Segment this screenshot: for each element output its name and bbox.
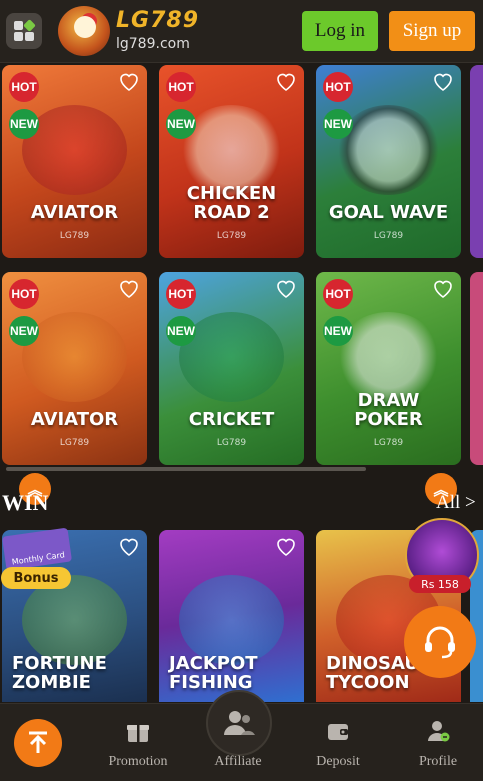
next-card-peek[interactable] xyxy=(470,272,483,465)
game-card-aviator[interactable]: HOT NEW AVIATOR LG789 xyxy=(2,65,147,258)
new-badge: NEW xyxy=(323,109,353,139)
game-title: AVIATOR xyxy=(30,409,119,430)
game-card-jackpot-fishing[interactable]: JACKPOT FISHING xyxy=(159,530,304,702)
game-title: GOAL WAVE xyxy=(328,202,449,223)
hot-badge: HOT xyxy=(166,279,196,309)
scroll-to-top-button[interactable] xyxy=(14,719,62,767)
horizontal-scrollbar[interactable] xyxy=(6,467,366,471)
game-title: FORTUNE ZOMBIE xyxy=(12,653,107,693)
hot-badge: HOT xyxy=(9,279,39,309)
game-card-goal-wave[interactable]: HOT NEW GOAL WAVE LG789 xyxy=(316,65,461,258)
heart-icon[interactable] xyxy=(117,534,141,558)
game-card-cricket[interactable]: HOT NEW CRICKET LG789 xyxy=(159,272,304,465)
hot-badge: HOT xyxy=(166,72,196,102)
hot-badge: HOT xyxy=(323,72,353,102)
view-all-link[interactable]: All > xyxy=(436,492,476,514)
game-provider: LG789 xyxy=(59,231,90,241)
nav-label: Promotion xyxy=(108,754,168,769)
new-badge: NEW xyxy=(166,109,196,139)
signup-button[interactable]: Sign up xyxy=(389,11,475,51)
game-title: JACKPOT FISHING xyxy=(169,653,258,693)
customer-support-button[interactable] xyxy=(404,606,476,678)
game-provider: LG789 xyxy=(216,438,247,448)
section-title: WIN xyxy=(2,490,49,515)
arrow-up-icon xyxy=(29,731,47,753)
nav-profile[interactable]: Profile xyxy=(398,716,478,774)
new-badge: NEW xyxy=(166,316,196,346)
game-provider: LG789 xyxy=(216,231,247,241)
user-profile-icon xyxy=(428,721,450,742)
hot-badge: HOT xyxy=(323,279,353,309)
next-card-peek[interactable] xyxy=(470,65,483,258)
brand-domain: lg789.com xyxy=(116,36,190,52)
gift-icon xyxy=(127,725,149,742)
game-provider: LG789 xyxy=(373,231,404,241)
brand-name[interactable]: LG789 xyxy=(116,8,199,33)
headset-icon xyxy=(425,626,455,659)
game-provider: LG789 xyxy=(59,438,90,448)
heart-icon[interactable] xyxy=(117,276,141,300)
top-header: LG789 lg789.com Log in Sign up xyxy=(0,0,483,63)
nav-label: Profile xyxy=(418,754,458,769)
heart-icon[interactable] xyxy=(431,276,455,300)
heart-icon[interactable] xyxy=(274,69,298,93)
heart-icon[interactable] xyxy=(274,534,298,558)
game-card-aviator-2[interactable]: HOT NEW AVIATOR LG789 xyxy=(2,272,147,465)
shark-art xyxy=(179,575,284,665)
heart-icon[interactable] xyxy=(431,69,455,93)
new-badge: NEW xyxy=(9,316,39,346)
game-title: CHICKEN ROAD 2 xyxy=(186,183,277,223)
login-button[interactable]: Log in xyxy=(302,11,378,51)
heart-icon[interactable] xyxy=(117,69,141,93)
nav-label: Affiliate xyxy=(214,754,262,769)
game-card-chicken-road-2[interactable]: HOT NEW CHICKEN ROAD 2 LG789 xyxy=(159,65,304,258)
new-badge: NEW xyxy=(323,316,353,346)
hot-badge: HOT xyxy=(9,72,39,102)
wallet-icon xyxy=(328,724,348,740)
heart-icon[interactable] xyxy=(274,276,298,300)
bonus-badge[interactable]: Bonus xyxy=(1,567,71,589)
game-title: AVIATOR xyxy=(30,202,119,223)
game-title: CRICKET xyxy=(188,409,275,430)
rooster-logo[interactable] xyxy=(58,6,110,56)
chest-amount-badge[interactable]: Rs 158 xyxy=(409,575,471,593)
game-provider: LG789 xyxy=(373,438,404,448)
menu-grid-icon[interactable] xyxy=(6,13,42,49)
new-badge: NEW xyxy=(9,109,39,139)
nav-promotion[interactable]: Promotion xyxy=(98,716,178,774)
nav-label: Deposit xyxy=(316,754,360,769)
game-title: DRAW POKER xyxy=(354,390,423,430)
game-card-draw-poker[interactable]: HOT NEW DRAW POKER LG789 xyxy=(316,272,461,465)
nav-affiliate[interactable]: Affiliate xyxy=(198,716,278,774)
nav-deposit[interactable]: Deposit xyxy=(298,716,378,774)
